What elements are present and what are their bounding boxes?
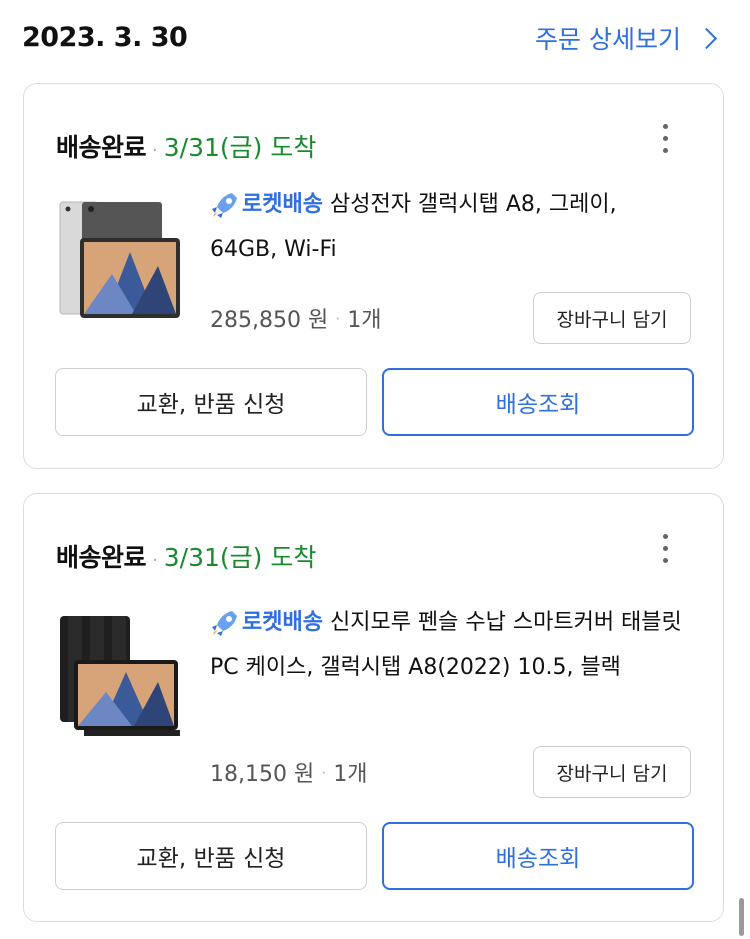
- separator-dot: ·: [152, 140, 158, 161]
- delivery-status: 배송완료: [56, 133, 147, 162]
- rocket-delivery-badge: 로켓배송: [242, 192, 323, 217]
- track-delivery-button[interactable]: 배송조회: [382, 368, 694, 436]
- quantity: 1개: [333, 762, 368, 787]
- price-row: 18,150 원 · 1개: [210, 756, 368, 788]
- rocket-icon: [212, 193, 237, 218]
- arrival-date: 3/31(금) 도착: [163, 133, 317, 162]
- order-card: 배송완료 · 3/31(금) 도착 로켓배송 신지모루 펜슬 수납 스마트커버 …: [23, 493, 724, 922]
- add-to-cart-button[interactable]: 장바구니 담기: [533, 746, 691, 798]
- separator-dot: ·: [321, 762, 327, 782]
- price: 285,850 원: [210, 308, 329, 333]
- more-vertical-icon[interactable]: [663, 124, 671, 160]
- product-title[interactable]: 로켓배송 신지모루 펜슬 수납 스마트커버 태블릿 PC 케이스, 갤럭시탭 A…: [210, 600, 690, 690]
- order-detail-label: 주문 상세보기: [535, 25, 681, 54]
- price-row: 285,850 원 · 1개: [210, 302, 382, 334]
- order-card: 배송완료 · 3/31(금) 도착 로켓배송 삼성전자 갤럭시탭 A8, 그레이…: [23, 83, 724, 469]
- delivery-status-row: 배송완료 · 3/31(금) 도착: [56, 128, 316, 164]
- order-header: 2023. 3. 30 주문 상세보기: [0, 0, 750, 80]
- quantity: 1개: [347, 308, 382, 333]
- separator-dot: ·: [152, 550, 158, 571]
- order-detail-link[interactable]: 주문 상세보기: [535, 20, 718, 56]
- add-to-cart-button[interactable]: 장바구니 담기: [533, 292, 691, 344]
- rocket-icon: [212, 611, 237, 636]
- scrollbar[interactable]: [739, 898, 744, 936]
- product-image-case[interactable]: [54, 612, 184, 742]
- exchange-return-button[interactable]: 교환, 반품 신청: [55, 822, 367, 890]
- price: 18,150 원: [210, 762, 315, 787]
- product-title[interactable]: 로켓배송 삼성전자 갤럭시탭 A8, 그레이, 64GB, Wi-Fi: [210, 182, 690, 272]
- delivery-status-row: 배송완료 · 3/31(금) 도착: [56, 538, 316, 574]
- separator-dot: ·: [335, 308, 341, 328]
- more-vertical-icon[interactable]: [663, 534, 671, 570]
- rocket-delivery-badge: 로켓배송: [242, 610, 323, 635]
- delivery-status: 배송완료: [56, 543, 147, 572]
- exchange-return-button[interactable]: 교환, 반품 신청: [55, 368, 367, 436]
- arrival-date: 3/31(금) 도착: [163, 543, 317, 572]
- chevron-right-icon: [695, 27, 718, 49]
- track-delivery-button[interactable]: 배송조회: [382, 822, 694, 890]
- product-image-tablet[interactable]: [54, 200, 184, 330]
- order-date: 2023. 3. 30: [22, 22, 188, 53]
